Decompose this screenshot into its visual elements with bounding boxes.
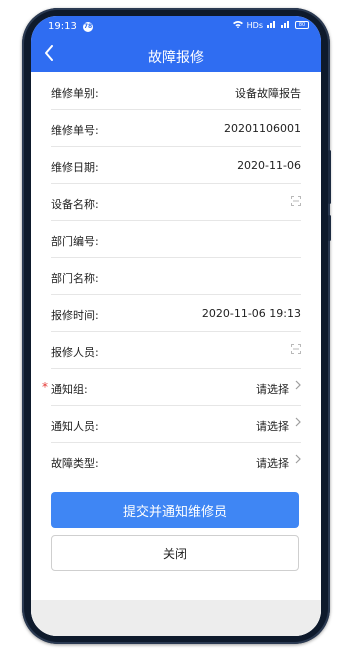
form-row-dept-code: 部门编号: — [51, 220, 301, 258]
form-row-device-name[interactable]: 设备名称: — [51, 183, 301, 221]
form-row-order-type: 维修单别: 设备故障报告 — [51, 72, 301, 110]
volume-button — [328, 215, 331, 241]
form-row-dept-name: 部门名称: — [51, 257, 301, 295]
required-mark: * — [42, 380, 48, 394]
chevron-right-icon — [295, 417, 301, 430]
phone-screen: 19:13 78 HDs 80 故障报修 维修单别: 设备故障报告 维修单号: … — [31, 16, 321, 636]
repair-date-value[interactable]: 2020-11-06 — [237, 159, 301, 172]
battery-icon: 80 — [295, 21, 309, 29]
form-row-repair-date[interactable]: 维修日期: 2020-11-06 — [51, 146, 301, 184]
field-label: 设备名称: — [51, 198, 99, 211]
order-number-value: 20201106001 — [224, 122, 301, 135]
form-row-report-time[interactable]: 报修时间: 2020-11-06 19:13 — [51, 294, 301, 332]
field-label: 报修时间: — [51, 309, 99, 322]
field-label: 维修日期: — [51, 161, 99, 174]
field-label: 部门编号: — [51, 235, 99, 248]
fault-type-select[interactable]: 请选择 — [256, 455, 289, 471]
wifi-icon — [232, 20, 243, 30]
bottom-area — [31, 600, 321, 636]
repair-form: 维修单别: 设备故障报告 维修单号: 20201106001 维修日期: 202… — [31, 72, 321, 480]
status-bar: 19:13 78 HDs 80 — [31, 16, 321, 38]
field-label: 维修单号: — [51, 124, 99, 137]
report-time-value[interactable]: 2020-11-06 19:13 — [202, 307, 301, 320]
form-row-order-number: 维修单号: 20201106001 — [51, 109, 301, 147]
chevron-right-icon — [295, 454, 301, 467]
submit-notify-button[interactable]: 提交并通知维修员 — [51, 492, 299, 528]
status-icons: HDs 80 — [232, 20, 309, 30]
form-row-notify-group[interactable]: * 通知组: 请选择 — [42, 368, 301, 406]
field-label: 维修单别: — [51, 87, 99, 100]
field-label: 部门名称: — [51, 272, 99, 285]
field-label: 通知组: — [51, 383, 88, 396]
power-button — [328, 150, 331, 204]
notification-badge: 78 — [83, 22, 93, 32]
status-time: 19:13 — [48, 21, 77, 32]
nav-bar: 故障报修 — [31, 40, 321, 72]
notify-person-select[interactable]: 请选择 — [256, 418, 289, 434]
chevron-right-icon — [295, 380, 301, 393]
field-label: 报修人员: — [51, 346, 99, 359]
app-header: 19:13 78 HDs 80 故障报修 — [31, 16, 321, 72]
scan-icon[interactable] — [291, 344, 301, 357]
notify-group-select[interactable]: 请选择 — [256, 381, 289, 397]
order-type-value: 设备故障报告 — [235, 87, 301, 100]
form-row-notify-person[interactable]: 通知人员: 请选择 — [51, 405, 301, 443]
form-row-reporter[interactable]: 报修人员: — [51, 331, 301, 369]
field-label: 通知人员: — [51, 420, 99, 433]
page-title: 故障报修 — [148, 50, 204, 66]
signal-icon-2 — [281, 20, 291, 30]
close-button[interactable]: 关闭 — [51, 535, 299, 571]
field-label: 故障类型: — [51, 457, 99, 470]
scan-icon[interactable] — [291, 196, 301, 209]
network-type-label: HDs — [246, 20, 263, 30]
signal-icon — [267, 20, 277, 30]
